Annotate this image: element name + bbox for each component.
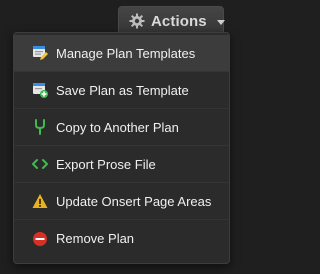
- fork-icon: [32, 119, 48, 135]
- chevron-down-icon: [216, 19, 225, 25]
- actions-label: Actions: [151, 12, 207, 30]
- menu-item-copy-to-another-plan[interactable]: Copy to Another Plan: [14, 109, 229, 146]
- menu-item-label: Save Plan as Template: [56, 82, 189, 98]
- template-edit-icon: [32, 45, 48, 61]
- menu-item-update-onsert-page-areas[interactable]: Update Onsert Page Areas: [14, 183, 229, 220]
- code-icon: [32, 156, 48, 172]
- menu-item-save-plan-as-template[interactable]: Save Plan as Template: [14, 72, 229, 109]
- warning-icon: [32, 193, 48, 209]
- template-add-icon: [32, 82, 48, 98]
- menu-item-remove-plan[interactable]: Remove Plan: [14, 220, 229, 257]
- remove-icon: [32, 231, 48, 247]
- menu-item-export-prose-file[interactable]: Export Prose File: [14, 146, 229, 183]
- menu-item-label: Manage Plan Templates: [56, 45, 196, 61]
- actions-menu: Manage Plan Templates Save Plan as Templ…: [13, 32, 230, 264]
- gear-icon: [129, 13, 145, 29]
- app-stage: Actions Manage Plan Templates Save Plan …: [0, 0, 245, 274]
- menu-item-label: Copy to Another Plan: [56, 119, 179, 135]
- menu-item-label: Export Prose File: [56, 156, 156, 172]
- menu-item-label: Update Onsert Page Areas: [56, 193, 212, 209]
- menu-item-manage-plan-templates[interactable]: Manage Plan Templates: [14, 35, 229, 72]
- menu-item-label: Remove Plan: [56, 231, 135, 246]
